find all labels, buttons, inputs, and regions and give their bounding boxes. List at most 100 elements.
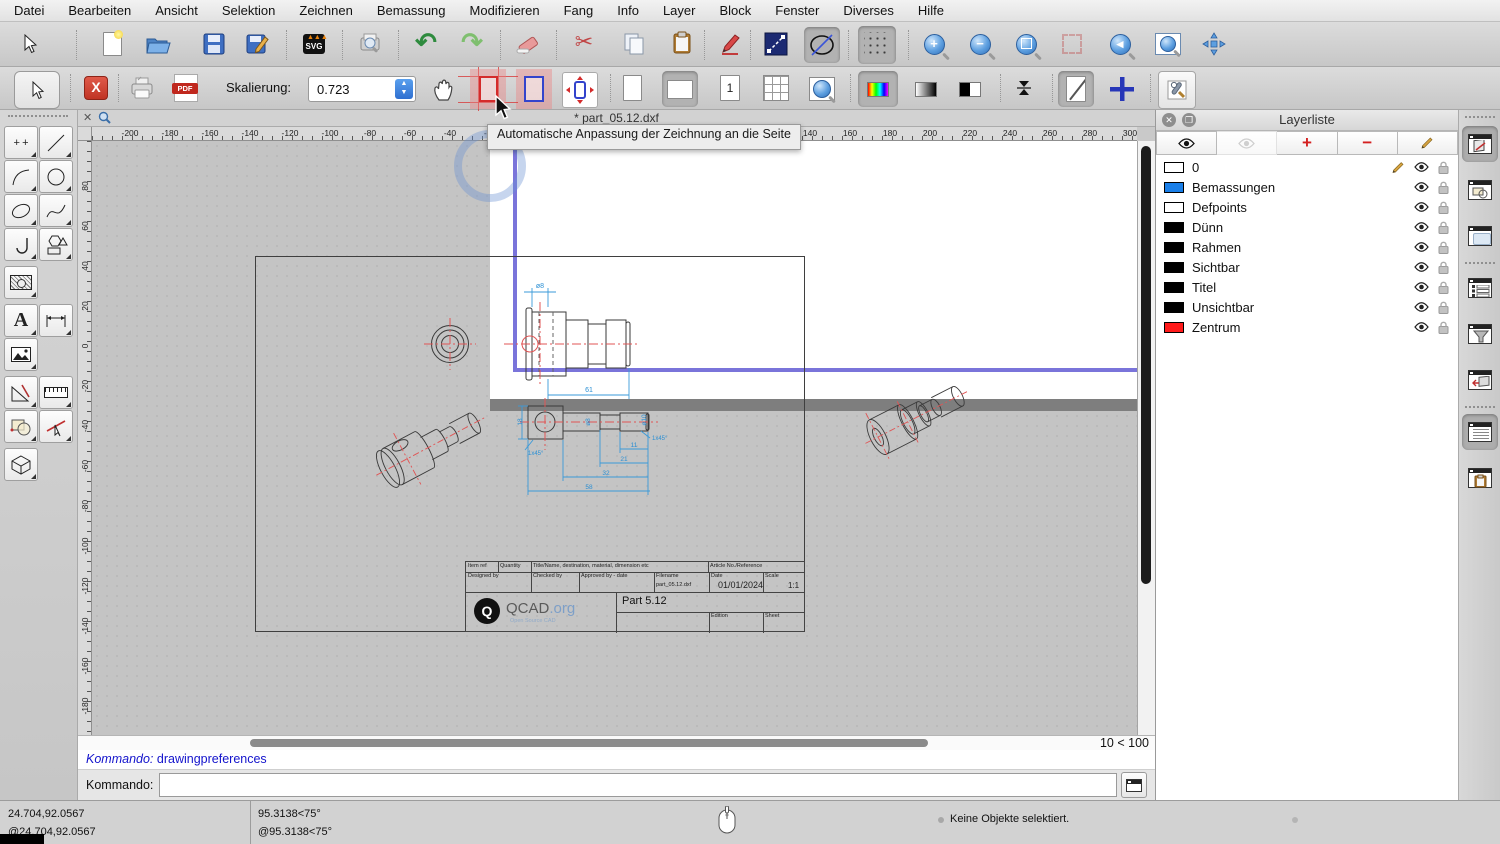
portrait-page-button[interactable] bbox=[616, 72, 648, 104]
layer-row-rahmen[interactable]: Rahmen bbox=[1156, 237, 1458, 257]
preferences-tools-button[interactable] bbox=[1158, 71, 1196, 109]
point-tool-button[interactable]: + + bbox=[4, 126, 38, 159]
menu-item-info[interactable]: Info bbox=[617, 3, 639, 18]
layer-visibility-icon[interactable] bbox=[1414, 162, 1429, 172]
circle-tool-button[interactable] bbox=[39, 160, 73, 193]
layer-visibility-icon[interactable] bbox=[1414, 222, 1429, 232]
horizontal-scrollbar[interactable]: 10 < 100 bbox=[78, 735, 1155, 750]
close-drawing-button[interactable]: X bbox=[80, 72, 112, 104]
ellipse-draw-tool-button[interactable] bbox=[4, 194, 38, 227]
misc-modify-tool-button[interactable] bbox=[4, 410, 38, 443]
arc-tool-button[interactable] bbox=[4, 160, 38, 193]
redo-button[interactable]: ↷ bbox=[456, 26, 488, 58]
pointer-tool-button[interactable] bbox=[14, 28, 46, 60]
layer-visibility-icon[interactable] bbox=[1414, 242, 1429, 252]
layer-color-swatch[interactable] bbox=[1164, 321, 1184, 333]
menu-item-bearbeiten[interactable]: Bearbeiten bbox=[68, 3, 131, 18]
layer-lock-icon[interactable] bbox=[1438, 201, 1449, 214]
ellipse-tool-button[interactable] bbox=[804, 27, 840, 63]
copy-button[interactable] bbox=[618, 28, 650, 60]
clipboard-panel-toggle[interactable] bbox=[1462, 460, 1498, 496]
layer-row-dünn[interactable]: Dünn bbox=[1156, 217, 1458, 237]
layer-row-defpoints[interactable]: Defpoints bbox=[1156, 197, 1458, 217]
edit-layer-button[interactable] bbox=[1397, 131, 1459, 155]
trim-tool-button[interactable] bbox=[39, 410, 73, 443]
menu-item-bemassung[interactable]: Bemassung bbox=[377, 3, 446, 18]
vertical-scrollbar-thumb[interactable] bbox=[1141, 146, 1151, 584]
zoom-selection-button[interactable] bbox=[1056, 28, 1088, 60]
layer-lock-icon[interactable] bbox=[1438, 261, 1449, 274]
save-button[interactable] bbox=[198, 28, 230, 60]
text-tool-button[interactable]: A bbox=[4, 304, 38, 337]
line-draw-tool-button[interactable] bbox=[39, 126, 73, 159]
menu-item-hilfe[interactable]: Hilfe bbox=[918, 3, 944, 18]
landscape-page-button[interactable] bbox=[662, 71, 698, 107]
scale-stepper[interactable]: ▲ ▼ bbox=[395, 79, 413, 99]
line-tool-button[interactable] bbox=[760, 28, 792, 60]
full-color-mode-button[interactable] bbox=[858, 71, 898, 107]
hide-all-layers-button[interactable] bbox=[1217, 131, 1278, 155]
pan-hand-button[interactable] bbox=[426, 71, 462, 107]
3d-view-tool-button[interactable] bbox=[4, 448, 38, 481]
menu-item-ansicht[interactable]: Ansicht bbox=[155, 3, 198, 18]
strip-drag-handle[interactable] bbox=[1465, 116, 1495, 118]
layer-visibility-icon[interactable] bbox=[1414, 282, 1429, 292]
eraser-button[interactable] bbox=[512, 28, 544, 60]
svg-export-button[interactable]: SVG ▲▲▲ bbox=[298, 28, 330, 60]
layer-lock-icon[interactable] bbox=[1438, 281, 1449, 294]
hatch-tool-button[interactable] bbox=[4, 266, 38, 299]
draw-pencil-button[interactable] bbox=[714, 28, 746, 60]
open-file-button[interactable] bbox=[142, 28, 174, 60]
selection-filter-panel-toggle[interactable] bbox=[1462, 316, 1498, 352]
spline-tool-button[interactable] bbox=[39, 194, 73, 227]
layer-color-swatch[interactable] bbox=[1164, 281, 1184, 293]
command-input[interactable] bbox=[159, 773, 1118, 797]
zoom-in-button[interactable]: + bbox=[918, 28, 950, 60]
menu-item-fenster[interactable]: Fenster bbox=[775, 3, 819, 18]
crosshair-button[interactable] bbox=[1104, 71, 1140, 107]
draft-mode-button[interactable] bbox=[1058, 71, 1094, 107]
layer-color-swatch[interactable] bbox=[1164, 161, 1184, 173]
menu-item-layer[interactable]: Layer bbox=[663, 3, 696, 18]
layer-lock-icon[interactable] bbox=[1438, 181, 1449, 194]
paste-button[interactable] bbox=[666, 27, 698, 59]
layer-visibility-icon[interactable] bbox=[1414, 202, 1429, 212]
dimension-tool-button[interactable] bbox=[39, 304, 73, 337]
tab-title[interactable]: * part_05.12.dxf bbox=[78, 111, 1155, 125]
block-panel-toggle[interactable] bbox=[1462, 172, 1498, 208]
panel-detach-icon[interactable]: ❐ bbox=[1182, 113, 1196, 127]
drawing-canvas[interactable]: ø8 61 18 ø8 ø10 1x45° 1x45° 11 21 32 58 … bbox=[92, 141, 1137, 735]
layer-lock-icon[interactable] bbox=[1438, 221, 1449, 234]
layer-color-swatch[interactable] bbox=[1164, 261, 1184, 273]
multi-page-button[interactable] bbox=[760, 72, 792, 104]
grayscale-mode-button[interactable] bbox=[906, 71, 946, 107]
layer-row-0[interactable]: 0 bbox=[1156, 157, 1458, 177]
palette-drag-handle[interactable] bbox=[8, 115, 68, 117]
measure-tool-button[interactable] bbox=[39, 376, 73, 409]
layer-row-sichtbar[interactable]: Sichtbar bbox=[1156, 257, 1458, 277]
menu-item-datei[interactable]: Datei bbox=[14, 3, 44, 18]
undo-button[interactable]: ↶ bbox=[410, 26, 442, 58]
layer-color-swatch[interactable] bbox=[1164, 301, 1184, 313]
property-list-panel-toggle[interactable] bbox=[1462, 270, 1498, 306]
command-options-button[interactable] bbox=[1121, 772, 1148, 798]
layer-color-swatch[interactable] bbox=[1164, 181, 1184, 193]
layer-lock-icon[interactable] bbox=[1438, 161, 1449, 174]
menu-item-modifizieren[interactable]: Modifizieren bbox=[470, 3, 540, 18]
layer-panel-header[interactable]: ✕ ❐ Layerliste bbox=[1156, 110, 1458, 131]
layer-visibility-icon[interactable] bbox=[1414, 262, 1429, 272]
panel-close-icon[interactable]: ✕ bbox=[1162, 113, 1176, 127]
menu-item-selektion[interactable]: Selektion bbox=[222, 3, 275, 18]
save-as-button[interactable] bbox=[242, 28, 274, 60]
print-preview-button[interactable] bbox=[354, 28, 386, 60]
pdf-export-button[interactable]: PDF bbox=[170, 72, 202, 104]
menu-item-block[interactable]: Block bbox=[719, 3, 751, 18]
blackwhite-mode-button[interactable] bbox=[950, 71, 990, 107]
view-panel-toggle[interactable] bbox=[1462, 218, 1498, 254]
command-line-panel-toggle[interactable] bbox=[1462, 414, 1498, 450]
zoom-previous-button[interactable]: ◂ bbox=[1104, 28, 1136, 60]
layer-visibility-icon[interactable] bbox=[1414, 322, 1429, 332]
misc-draw-tool-button[interactable] bbox=[4, 376, 38, 409]
zoom-page-button[interactable] bbox=[804, 71, 840, 107]
layer-lock-icon[interactable] bbox=[1438, 301, 1449, 314]
